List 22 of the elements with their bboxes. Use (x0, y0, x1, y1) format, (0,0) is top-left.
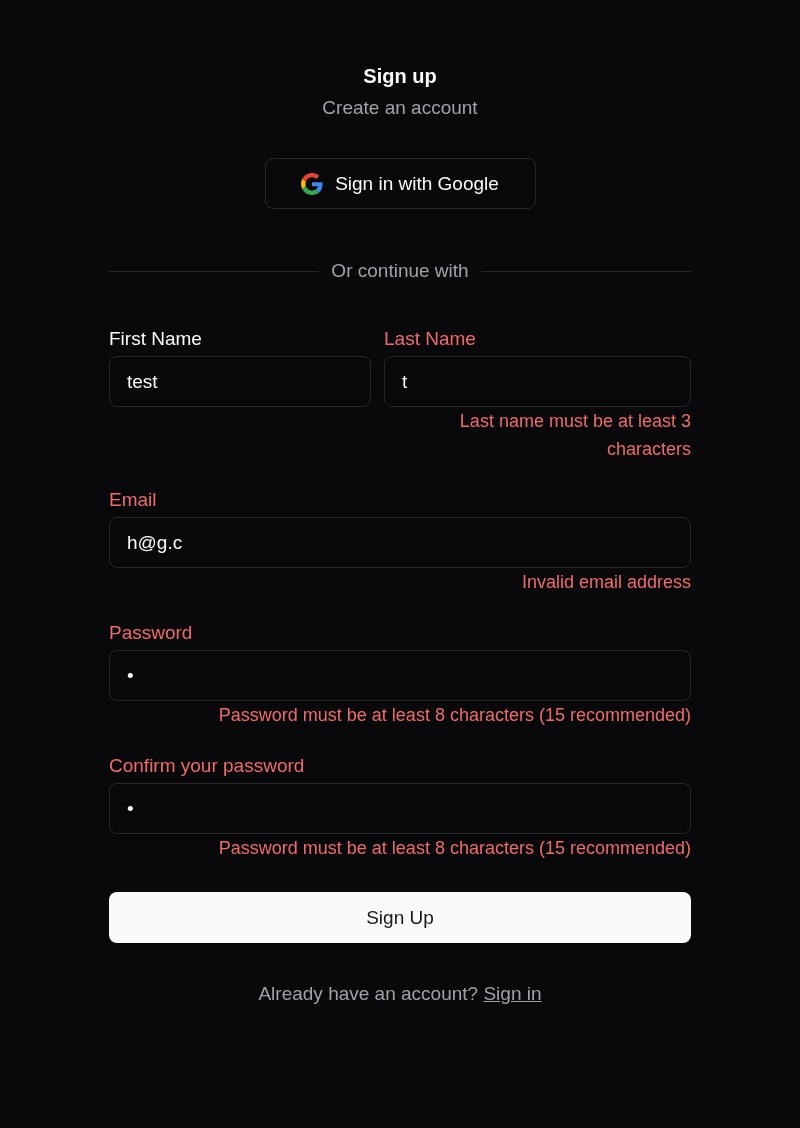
google-signin-button[interactable]: Sign in with Google (264, 158, 536, 209)
input-field[interactable]: • (109, 783, 691, 834)
signin-prompt: Already have an account? Sign in (258, 982, 542, 1006)
error-message: Last name must be at least 3 characters (458, 410, 691, 461)
error-message: Password must be at least 8 characters (15 recommended) (218, 704, 691, 727)
input-field[interactable]: t (384, 356, 691, 407)
signin-link[interactable]: Sign in (483, 983, 542, 1004)
error-message: Password must be at least 8 characters (15 recommended) (218, 837, 691, 860)
input-field[interactable]: h@g.c (109, 517, 691, 568)
page-subtitle: Create an account (322, 96, 478, 120)
field-label: Last Name (384, 327, 476, 351)
field-label: First Name (109, 327, 202, 351)
sign-up-button[interactable]: Sign Up (109, 892, 691, 943)
input-field[interactable]: • (109, 650, 691, 701)
error-message: Invalid email address (521, 571, 691, 594)
page-title: Sign up (363, 64, 437, 89)
field-label: Email (109, 488, 157, 512)
divider-label: Or continue with (331, 259, 469, 283)
field-label: Password (109, 621, 193, 645)
field-label: Confirm your password (109, 754, 305, 778)
google-icon (301, 172, 324, 195)
input-field[interactable]: test (109, 356, 371, 407)
